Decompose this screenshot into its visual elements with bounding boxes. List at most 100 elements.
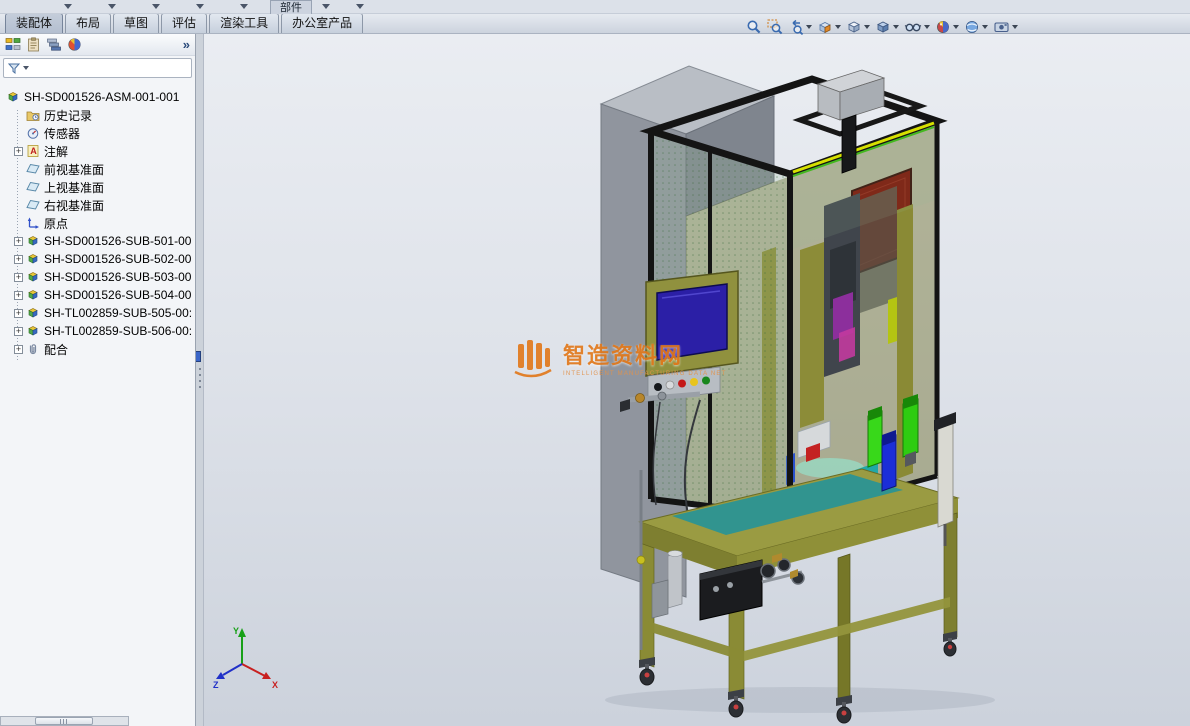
tree-item-origin[interactable]: 原点: [4, 214, 195, 232]
filter-dropdown-caret[interactable]: [23, 66, 29, 70]
toolbar-overflow-caret[interactable]: [356, 4, 364, 9]
subassembly-icon: [26, 288, 40, 302]
tree-item-sub502[interactable]: SH-SD001526-SUB-502-00: [4, 250, 195, 268]
tree-root-assembly[interactable]: SH-SD001526-ASM-001-001: [4, 88, 195, 106]
filter-funnel-icon[interactable]: [7, 61, 21, 75]
tree-item-top-plane[interactable]: 上视基准面: [4, 178, 195, 196]
tab-render-tools[interactable]: 渲染工具: [209, 13, 280, 33]
tab-layout[interactable]: 布局: [65, 13, 112, 33]
apply-scene-button[interactable]: [963, 19, 989, 35]
toolbar-overflow-caret[interactable]: [240, 4, 248, 9]
tree-item-sensors[interactable]: 传感器: [4, 124, 195, 142]
machine-model[interactable]: [204, 34, 1190, 726]
svg-text:A: A: [30, 146, 37, 156]
scrollbar-thumb[interactable]: [35, 717, 93, 725]
display-style-button[interactable]: [874, 19, 900, 35]
propertymanager-icon: [28, 37, 39, 52]
section-view-icon: [819, 22, 831, 34]
tree-root-label: SH-SD001526-ASM-001-001: [24, 90, 180, 104]
tab-sketch[interactable]: 草图: [113, 13, 160, 33]
subassembly-icon: [26, 306, 40, 320]
hide-show-items-button[interactable]: [903, 19, 931, 35]
zoom-to-fit-button[interactable]: [745, 19, 763, 35]
subassembly-icon: [26, 324, 40, 338]
displaymanager-icon: [68, 38, 81, 51]
view-orientation-button[interactable]: [845, 19, 871, 35]
sensors-icon: [26, 126, 40, 140]
previous-view-icon: [792, 19, 804, 35]
view-settings-icon: [994, 22, 1009, 33]
expand-toggle[interactable]: [14, 145, 23, 158]
component-menu-button[interactable]: 部件: [270, 0, 312, 14]
annotations-icon: A: [26, 144, 40, 158]
panel-splitter[interactable]: [190, 34, 204, 726]
coordinate-triad: Y X Z: [213, 626, 278, 690]
subassembly-icon: [26, 234, 40, 248]
toolbar-overflow-caret[interactable]: [322, 4, 330, 9]
tree-item-sub505[interactable]: SH-TL002859-SUB-505-00:: [4, 304, 195, 322]
origin-icon: [26, 216, 40, 230]
propertymanager-tab[interactable]: [26, 37, 41, 52]
subassembly-icon: [26, 270, 40, 284]
zoom-area-icon: [767, 19, 783, 35]
toolbar-overflow-caret[interactable]: [64, 4, 72, 9]
toolbar-overflow-caret[interactable]: [152, 4, 160, 9]
tree-item-right-plane[interactable]: 右视基准面: [4, 196, 195, 214]
triad-z-label: Z: [213, 680, 219, 690]
feature-manager-panel: » SH-SD001526-ASM-001-001 历史记录 传感器 + A 注…: [0, 34, 196, 726]
expand-toggle[interactable]: [14, 289, 23, 302]
panel-tab-bar: »: [0, 34, 195, 56]
assembly-icon: [6, 90, 20, 104]
toolbar-overflow-caret[interactable]: [196, 4, 204, 9]
tab-evaluate[interactable]: 评估: [161, 13, 208, 33]
viewport[interactable]: 智造资料网 INTELLIGENT MANUFACTURING DATA NET…: [204, 34, 1190, 726]
expand-toggle[interactable]: [14, 235, 23, 248]
edit-appearance-icon: [937, 21, 949, 33]
mates-paperclip-icon: [26, 342, 40, 356]
view-orientation-icon: [848, 21, 860, 33]
triad-y-label: Y: [233, 626, 239, 636]
filter-input[interactable]: [31, 61, 188, 75]
history-folder-icon: [26, 108, 40, 122]
zoom-to-fit-icon: [747, 20, 761, 34]
triad-x-label: X: [272, 680, 278, 690]
displaymanager-tab[interactable]: [67, 37, 82, 52]
top-toolbar-cutoff: 部件: [0, 0, 1190, 14]
tree-item-sub501[interactable]: SH-SD001526-SUB-501-00: [4, 232, 195, 250]
tree-filter-row: [3, 58, 192, 78]
feature-tree: SH-SD001526-ASM-001-001 历史记录 传感器 A: [0, 80, 195, 726]
expand-toggle[interactable]: [14, 271, 23, 284]
tree-item-annotations[interactable]: A 注解: [4, 142, 195, 160]
featuremanager-tree-icon: [5, 38, 21, 50]
expand-toggle[interactable]: [14, 325, 23, 338]
tree-item-history[interactable]: 历史记录: [4, 106, 195, 124]
featuremanager-tab[interactable]: [5, 37, 21, 52]
previous-view-button[interactable]: [787, 19, 813, 35]
tree-item-mates[interactable]: 配合: [4, 340, 195, 358]
expand-toggle[interactable]: [14, 343, 23, 356]
configurationmanager-tab[interactable]: [46, 37, 62, 52]
tree-item-sub503[interactable]: SH-SD001526-SUB-503-00: [4, 268, 195, 286]
heads-up-view-toolbar: [745, 19, 1019, 35]
section-view-button[interactable]: [816, 19, 842, 35]
toolbar-overflow-caret[interactable]: [108, 4, 116, 9]
tree-item-sub506[interactable]: SH-TL002859-SUB-506-00:: [4, 322, 195, 340]
expand-toggle[interactable]: [14, 253, 23, 266]
plane-icon: [26, 198, 40, 212]
hide-show-items-icon: [904, 23, 922, 32]
view-settings-button[interactable]: [992, 19, 1019, 35]
tab-assembly[interactable]: 装配体: [5, 13, 64, 33]
panel-splitter-grip[interactable]: [199, 368, 201, 392]
edit-appearance-button[interactable]: [934, 19, 960, 35]
display-style-icon: [877, 21, 889, 33]
tree-item-sub504[interactable]: SH-SD001526-SUB-504-00: [4, 286, 195, 304]
tab-office-products[interactable]: 办公室产品: [281, 13, 364, 33]
expand-toggle[interactable]: [14, 307, 23, 320]
zoom-area-button[interactable]: [766, 19, 784, 35]
subassembly-icon: [26, 252, 40, 266]
tree-item-front-plane[interactable]: 前视基准面: [4, 160, 195, 178]
tree-horizontal-scrollbar[interactable]: [0, 716, 129, 726]
apply-scene-icon: [966, 21, 978, 33]
panel-expand-chevron[interactable]: »: [183, 38, 190, 51]
plane-icon: [26, 180, 40, 194]
